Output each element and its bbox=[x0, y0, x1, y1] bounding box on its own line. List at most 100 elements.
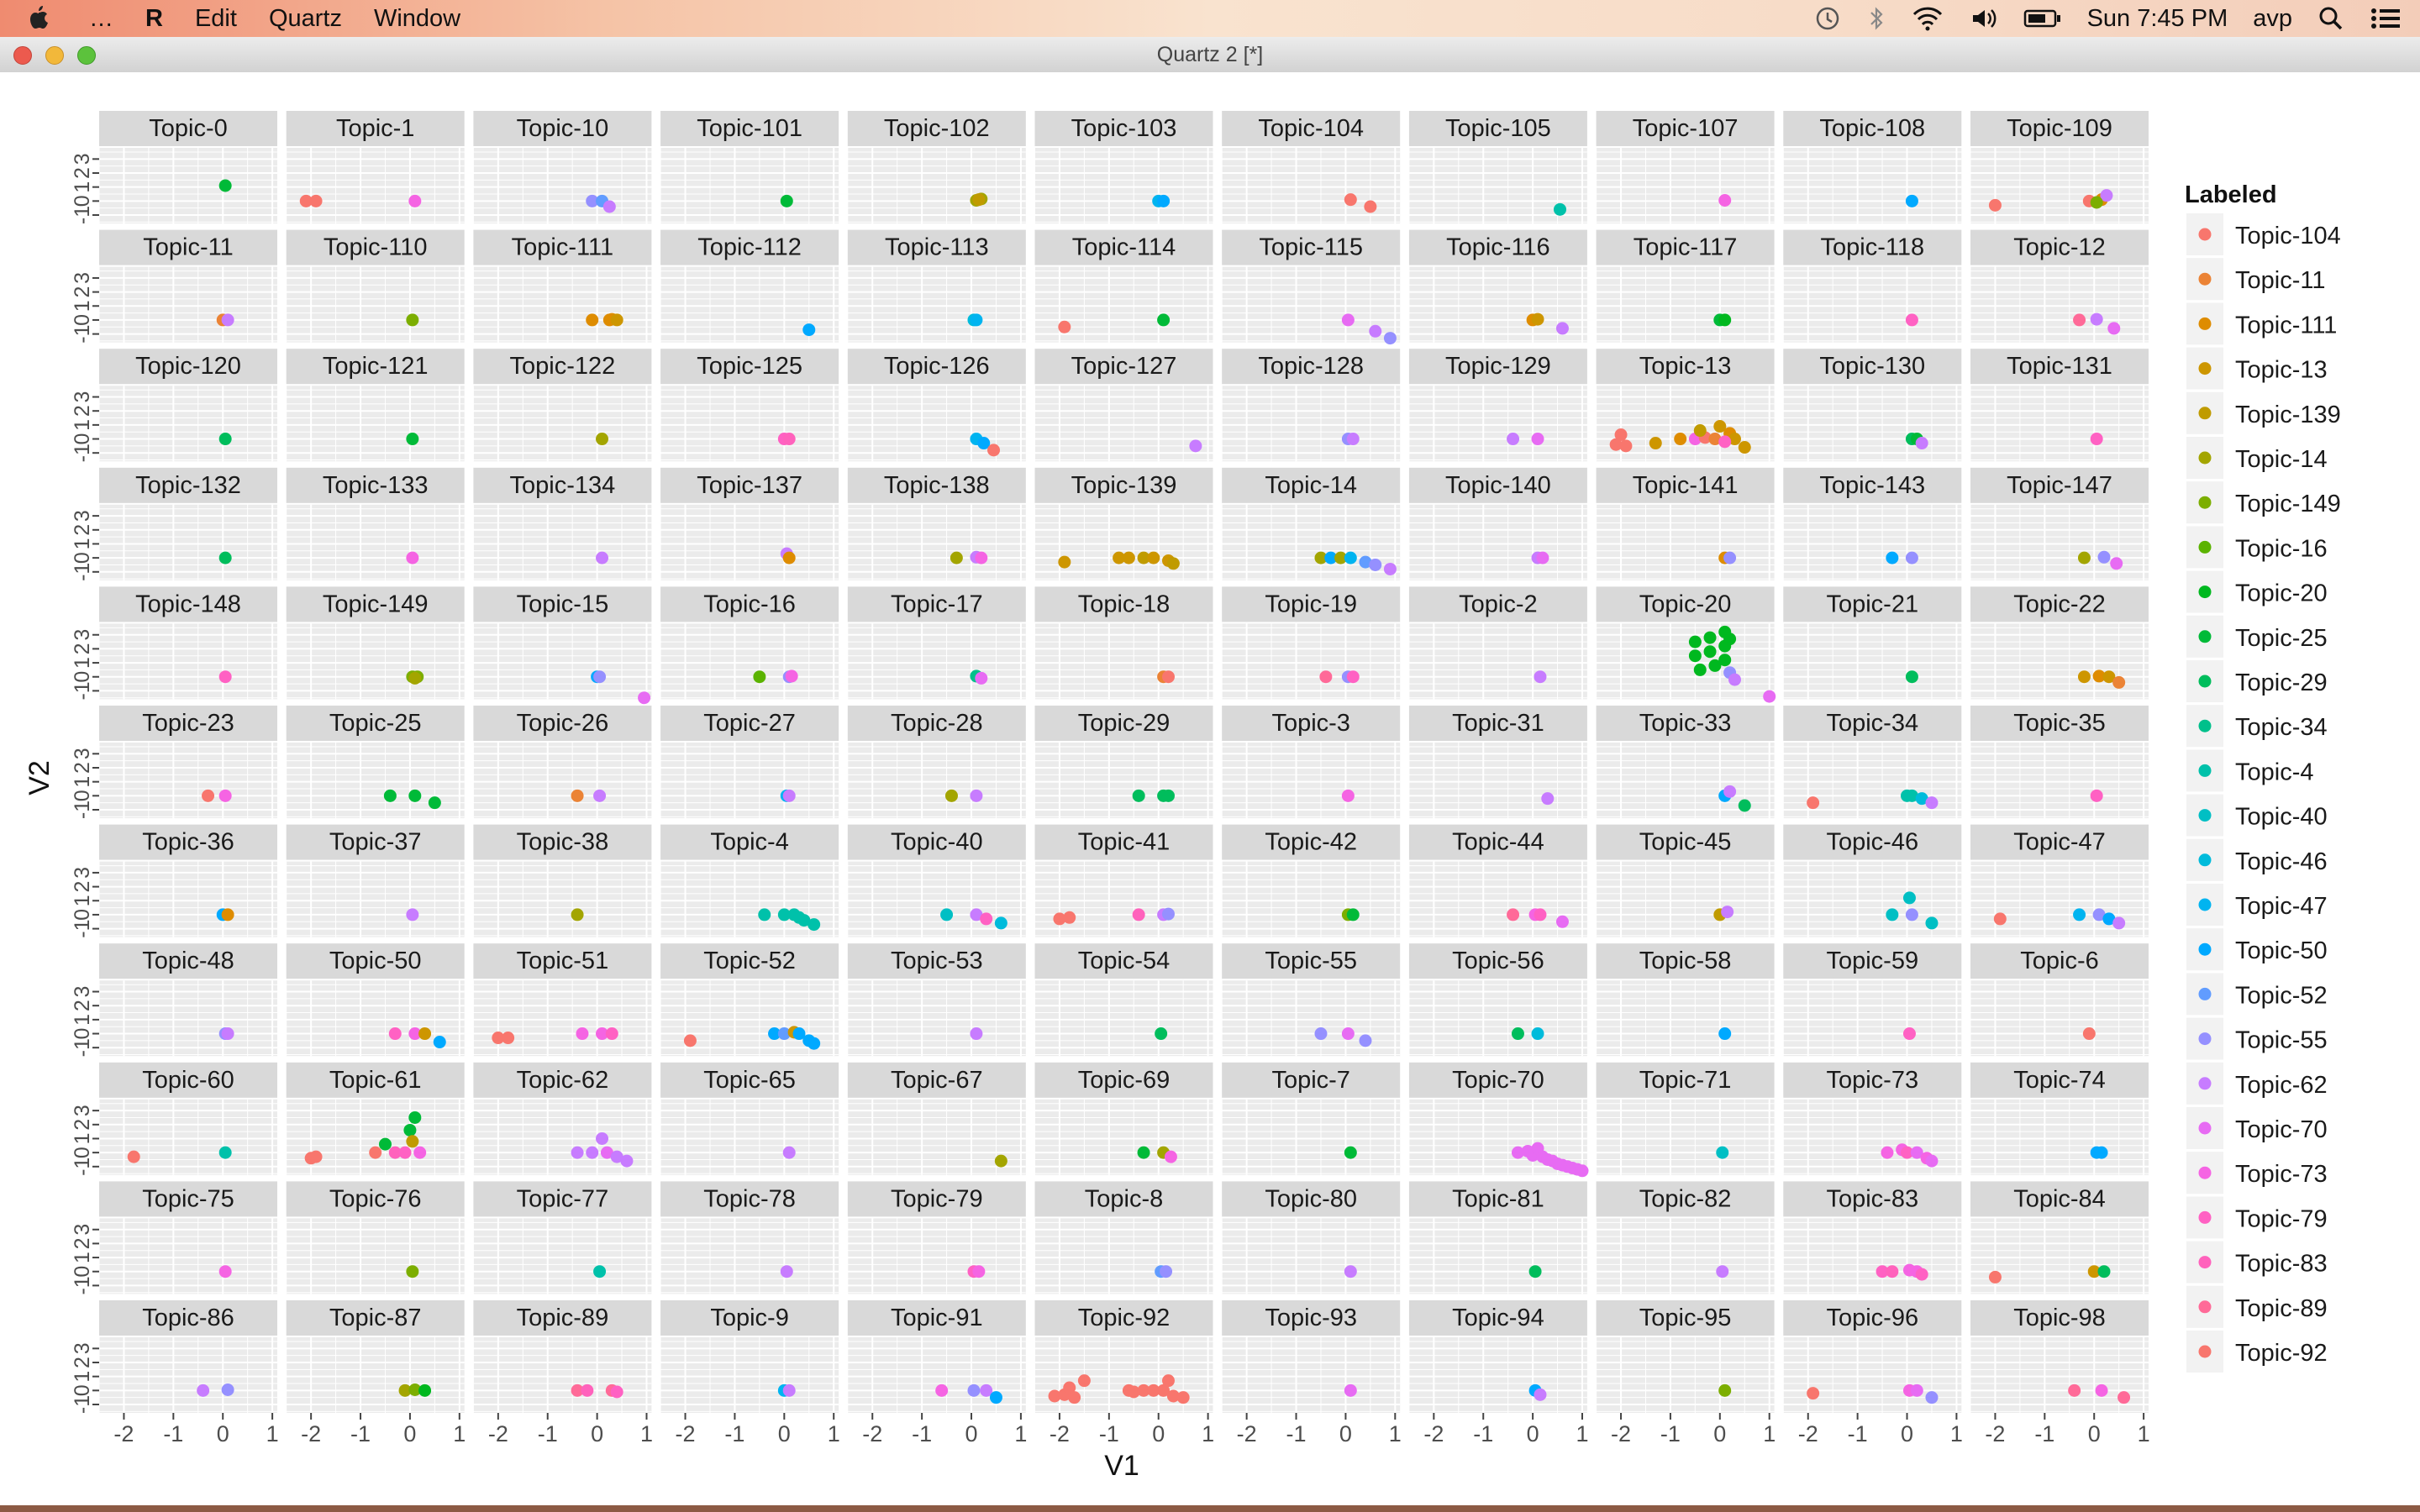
spotlight-icon[interactable] bbox=[2317, 4, 2344, 33]
x-tick-label: -2 bbox=[862, 1421, 882, 1446]
data-point bbox=[1703, 631, 1717, 644]
facet-title: Topic-12 bbox=[2013, 234, 2106, 261]
facet-title: Topic-38 bbox=[517, 829, 609, 856]
legend-swatch bbox=[2198, 1300, 2212, 1314]
legend-swatch bbox=[2198, 1032, 2212, 1046]
volume-icon[interactable] bbox=[1970, 4, 1998, 33]
legend-label: Topic-14 bbox=[2235, 446, 2328, 473]
clock[interactable]: Sun 7:45 PM bbox=[2087, 5, 2228, 33]
facet-panel: Topic-9 -2 -1 0 1 bbox=[660, 1300, 840, 1446]
facet-panel: Topic-31 bbox=[1408, 706, 1587, 818]
apple-icon[interactable] bbox=[20, 3, 57, 34]
data-point bbox=[1988, 1270, 2002, 1284]
menu-edit[interactable]: Edit bbox=[195, 5, 237, 33]
facet-panel: Topic-65 bbox=[660, 1062, 839, 1175]
data-point bbox=[2112, 675, 2126, 689]
menu-window[interactable]: Window bbox=[374, 5, 460, 33]
legend-swatch bbox=[2198, 1256, 2212, 1269]
data-point bbox=[1132, 789, 1145, 802]
facet-title: Topic-132 bbox=[135, 472, 241, 499]
wifi-icon[interactable] bbox=[1911, 4, 1944, 33]
status-area: Sun 7:45 PM avp bbox=[1813, 0, 2403, 37]
facet-panel: Topic-133 bbox=[286, 467, 465, 580]
menu-quartz[interactable]: Quartz bbox=[269, 5, 342, 33]
data-point bbox=[586, 313, 599, 327]
facet-panel: Topic-93 -2 -1 0 1 bbox=[1221, 1300, 1402, 1446]
y-axis-label: V2 bbox=[24, 760, 55, 795]
data-point bbox=[2118, 1391, 2131, 1404]
facet-title: Topic-26 bbox=[517, 710, 609, 737]
facet-panel: Topic-125 bbox=[660, 349, 839, 462]
facet-panel: Topic-50 bbox=[286, 943, 465, 1057]
facet-panel: Topic-59 bbox=[1782, 943, 1962, 1057]
facet-title: Topic-77 bbox=[517, 1185, 609, 1212]
data-point bbox=[1160, 1265, 1173, 1278]
data-point bbox=[994, 1154, 1007, 1168]
facet-panel: Topic-18 bbox=[1034, 586, 1213, 700]
bluetooth-icon[interactable] bbox=[1867, 4, 1886, 33]
y-tick-label: 3 bbox=[71, 1224, 94, 1236]
x-tick-label: 1 bbox=[1014, 1421, 1027, 1446]
battery-icon[interactable] bbox=[2023, 4, 2062, 33]
data-point bbox=[1674, 433, 1687, 446]
facet-title: Topic-69 bbox=[1078, 1067, 1171, 1094]
data-point bbox=[1925, 1391, 1939, 1404]
facet-title: Topic-62 bbox=[517, 1067, 609, 1094]
facet-title: Topic-35 bbox=[2013, 710, 2106, 737]
facet-title: Topic-108 bbox=[1819, 115, 1925, 142]
facet-panel: Topic-91 -2 -1 0 1 bbox=[847, 1300, 1027, 1446]
time-machine-icon[interactable] bbox=[1813, 4, 1842, 33]
data-point bbox=[406, 1265, 419, 1278]
data-point bbox=[1531, 312, 1544, 326]
data-point bbox=[2095, 1383, 2108, 1397]
menu-bar: … R Edit Quartz Window Sun 7:45 PM avp bbox=[0, 0, 2420, 37]
facet-title: Topic-59 bbox=[1826, 948, 1918, 974]
data-point bbox=[2097, 1265, 2111, 1278]
data-point bbox=[418, 1383, 432, 1397]
data-point bbox=[780, 1265, 793, 1278]
facet-title: Topic-112 bbox=[697, 234, 802, 261]
data-point bbox=[1344, 1383, 1357, 1397]
data-point bbox=[1555, 915, 1569, 928]
data-point bbox=[802, 323, 816, 337]
x-tick-label: -2 bbox=[1611, 1421, 1631, 1446]
facet-title: Topic-18 bbox=[1078, 591, 1171, 617]
facet-title: Topic-92 bbox=[1078, 1305, 1171, 1331]
data-point bbox=[1157, 313, 1171, 327]
facet-panel: Topic-82 bbox=[1596, 1181, 1775, 1294]
data-point bbox=[1554, 202, 1567, 216]
legend-label: Topic-55 bbox=[2235, 1027, 2328, 1054]
data-point bbox=[571, 1146, 584, 1159]
data-point bbox=[433, 1036, 446, 1049]
user-name[interactable]: avp bbox=[2253, 5, 2292, 33]
x-axis-label: V1 bbox=[1104, 1450, 1139, 1482]
data-point bbox=[610, 313, 623, 327]
data-point bbox=[596, 1131, 609, 1145]
facet-title: Topic-75 bbox=[142, 1185, 234, 1212]
data-point bbox=[571, 789, 584, 802]
x-tick-label: 0 bbox=[1527, 1421, 1539, 1446]
y-tick-label: 3 bbox=[71, 153, 94, 165]
facet-title: Topic-104 bbox=[1258, 115, 1364, 142]
data-point bbox=[1910, 1383, 1923, 1397]
data-point bbox=[221, 313, 234, 327]
facet-panel: Topic-40 bbox=[847, 824, 1026, 937]
facet-panel: Topic-4 bbox=[660, 824, 839, 937]
data-point bbox=[127, 1150, 140, 1163]
data-point bbox=[1157, 194, 1171, 207]
data-point bbox=[1166, 557, 1180, 570]
data-point bbox=[1189, 439, 1202, 453]
data-point bbox=[1718, 435, 1732, 449]
notification-center-icon[interactable] bbox=[2370, 4, 2403, 33]
facet-title: Topic-13 bbox=[1639, 353, 1732, 380]
y-tick-label: -1 bbox=[71, 324, 94, 343]
facet-panel: Topic-148 3 2 1 0-1 bbox=[71, 586, 277, 701]
menu-ellipsis[interactable]: … bbox=[89, 5, 113, 33]
facet-title: Topic-110 bbox=[324, 234, 428, 261]
menu-app-r[interactable]: R bbox=[145, 5, 163, 33]
data-point bbox=[197, 1383, 210, 1397]
facet-panel: Topic-53 bbox=[847, 943, 1026, 1057]
data-point bbox=[758, 908, 771, 921]
x-tick-label: 1 bbox=[1389, 1421, 1402, 1446]
window-titlebar[interactable]: Quartz 2 [*] bbox=[0, 37, 2420, 73]
